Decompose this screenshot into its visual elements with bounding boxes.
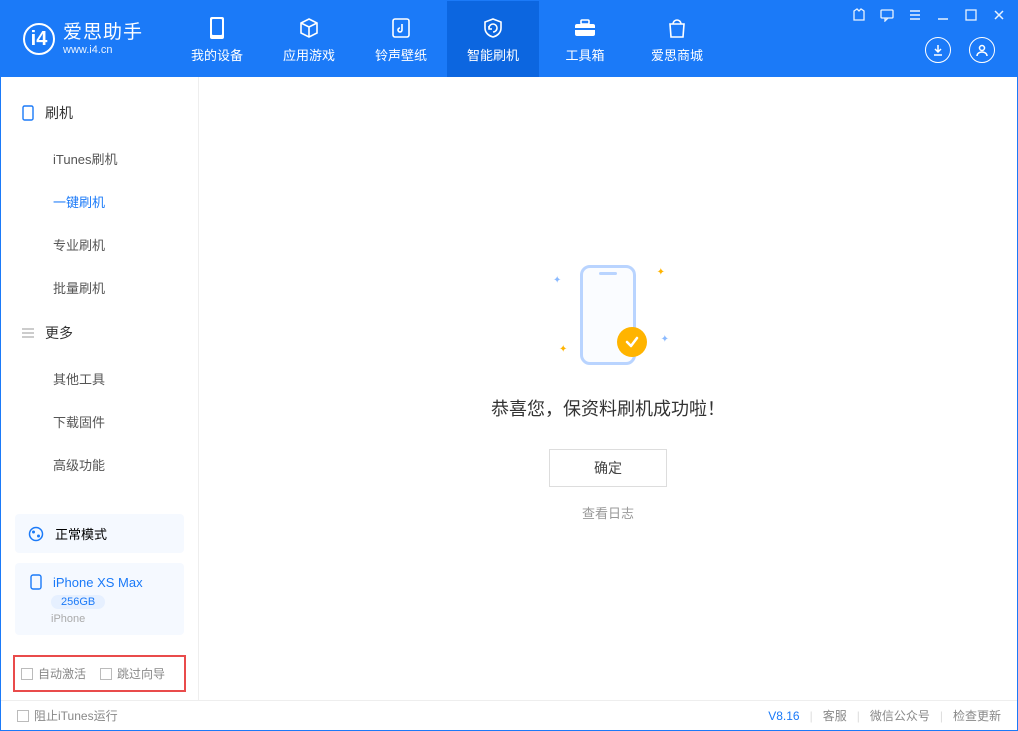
footer-link-update[interactable]: 检查更新 <box>953 707 1001 724</box>
nav-label: 我的设备 <box>191 45 243 64</box>
skin-icon[interactable] <box>851 7 867 23</box>
sidebar-item-one-click-flash[interactable]: 一键刷机 <box>1 180 198 223</box>
sidebar: 刷机 iTunes刷机 一键刷机 专业刷机 批量刷机 更多 其他工具 下载固件 … <box>1 77 199 700</box>
device-card[interactable]: iPhone XS Max 256GB iPhone <box>15 563 184 635</box>
view-log-link[interactable]: 查看日志 <box>582 503 634 522</box>
checkbox-block-itunes[interactable]: 阻止iTunes运行 <box>17 707 118 724</box>
footer: 阻止iTunes运行 V8.16 | 客服 | 微信公众号 | 检查更新 <box>1 700 1017 730</box>
nav-ringtones[interactable]: 铃声壁纸 <box>355 1 447 77</box>
nav-label: 智能刷机 <box>467 45 519 64</box>
checkbox-label: 阻止iTunes运行 <box>34 707 118 724</box>
logo[interactable]: i4 爱思助手 www.i4.cn <box>1 1 161 77</box>
checkbox-icon <box>17 710 29 722</box>
music-file-icon <box>391 15 411 41</box>
nav-my-device[interactable]: 我的设备 <box>171 1 263 77</box>
mode-card[interactable]: 正常模式 <box>15 514 184 553</box>
nav-label: 铃声壁纸 <box>375 45 427 64</box>
success-message: 恭喜您，保资料刷机成功啦！ <box>491 395 725 421</box>
header-actions <box>925 37 995 63</box>
nav-flash[interactable]: 智能刷机 <box>447 1 539 77</box>
sparkle-icon: ✦ <box>553 275 561 286</box>
sidebar-item-other-tools[interactable]: 其他工具 <box>1 357 198 400</box>
footer-link-wechat[interactable]: 微信公众号 <box>870 707 930 724</box>
nav-label: 爱思商城 <box>651 45 703 64</box>
device-type: iPhone <box>51 613 85 625</box>
sidebar-item-pro-flash[interactable]: 专业刷机 <box>1 223 198 266</box>
titlebar-controls <box>851 7 1007 23</box>
download-icon[interactable] <box>925 37 951 63</box>
separator: | <box>940 709 943 723</box>
main-content: ✦ ✦ ✦ ✦ 恭喜您，保资料刷机成功啦！ 确定 查看日志 <box>199 77 1017 700</box>
device-name: iPhone XS Max <box>53 575 143 590</box>
toolbox-icon <box>573 15 597 41</box>
checkbox-icon <box>21 668 33 680</box>
sidebar-item-itunes-flash[interactable]: iTunes刷机 <box>1 137 198 180</box>
success-illustration: ✦ ✦ ✦ ✦ <box>533 255 683 375</box>
bag-icon <box>667 15 687 41</box>
nav-apps[interactable]: 应用游戏 <box>263 1 355 77</box>
app-name: 爱思助手 <box>63 22 143 44</box>
minimize-icon[interactable] <box>935 7 951 23</box>
device-icon <box>21 106 35 120</box>
sparkle-icon: ✦ <box>661 334 669 345</box>
checkbox-icon <box>100 668 112 680</box>
cube-icon <box>298 15 320 41</box>
group-title: 刷机 <box>45 103 73 123</box>
nav-toolbox[interactable]: 工具箱 <box>539 1 631 77</box>
logo-icon: i4 <box>23 23 55 55</box>
device-capacity: 256GB <box>51 595 105 609</box>
checkbox-auto-activate[interactable]: 自动激活 <box>21 665 86 682</box>
check-badge-icon <box>617 327 647 357</box>
mode-icon <box>27 525 45 543</box>
app-url: www.i4.cn <box>63 44 143 57</box>
phone-outline-icon <box>27 573 45 591</box>
feedback-icon[interactable] <box>879 7 895 23</box>
sparkle-icon: ✦ <box>657 267 665 278</box>
sidebar-item-advanced[interactable]: 高级功能 <box>1 443 198 486</box>
refresh-shield-icon <box>482 15 504 41</box>
mode-label: 正常模式 <box>55 524 107 543</box>
header: i4 爱思助手 www.i4.cn 我的设备 应用游戏 铃声壁纸 智能刷机 工具… <box>1 1 1017 77</box>
checkbox-skip-guide[interactable]: 跳过向导 <box>100 665 165 682</box>
sidebar-group-more: 更多 <box>1 309 198 357</box>
list-icon <box>21 326 35 340</box>
ok-button[interactable]: 确定 <box>549 449 667 487</box>
top-nav: 我的设备 应用游戏 铃声壁纸 智能刷机 工具箱 爱思商城 <box>171 1 723 77</box>
sidebar-item-batch-flash[interactable]: 批量刷机 <box>1 266 198 309</box>
footer-link-support[interactable]: 客服 <box>823 707 847 724</box>
menu-icon[interactable] <box>907 7 923 23</box>
phone-icon <box>208 15 226 41</box>
separator: | <box>810 709 813 723</box>
flash-options-box: 自动激活 跳过向导 <box>13 655 186 692</box>
nav-label: 工具箱 <box>566 45 605 64</box>
maximize-icon[interactable] <box>963 7 979 23</box>
nav-store[interactable]: 爱思商城 <box>631 1 723 77</box>
group-title: 更多 <box>45 323 73 343</box>
version-label: V8.16 <box>768 709 799 723</box>
sidebar-item-download-firmware[interactable]: 下载固件 <box>1 400 198 443</box>
sparkle-icon: ✦ <box>559 344 567 355</box>
user-icon[interactable] <box>969 37 995 63</box>
checkbox-label: 自动激活 <box>38 665 86 682</box>
separator: | <box>857 709 860 723</box>
sidebar-group-flash: 刷机 <box>1 89 198 137</box>
checkbox-label: 跳过向导 <box>117 665 165 682</box>
nav-label: 应用游戏 <box>283 45 335 64</box>
close-icon[interactable] <box>991 7 1007 23</box>
